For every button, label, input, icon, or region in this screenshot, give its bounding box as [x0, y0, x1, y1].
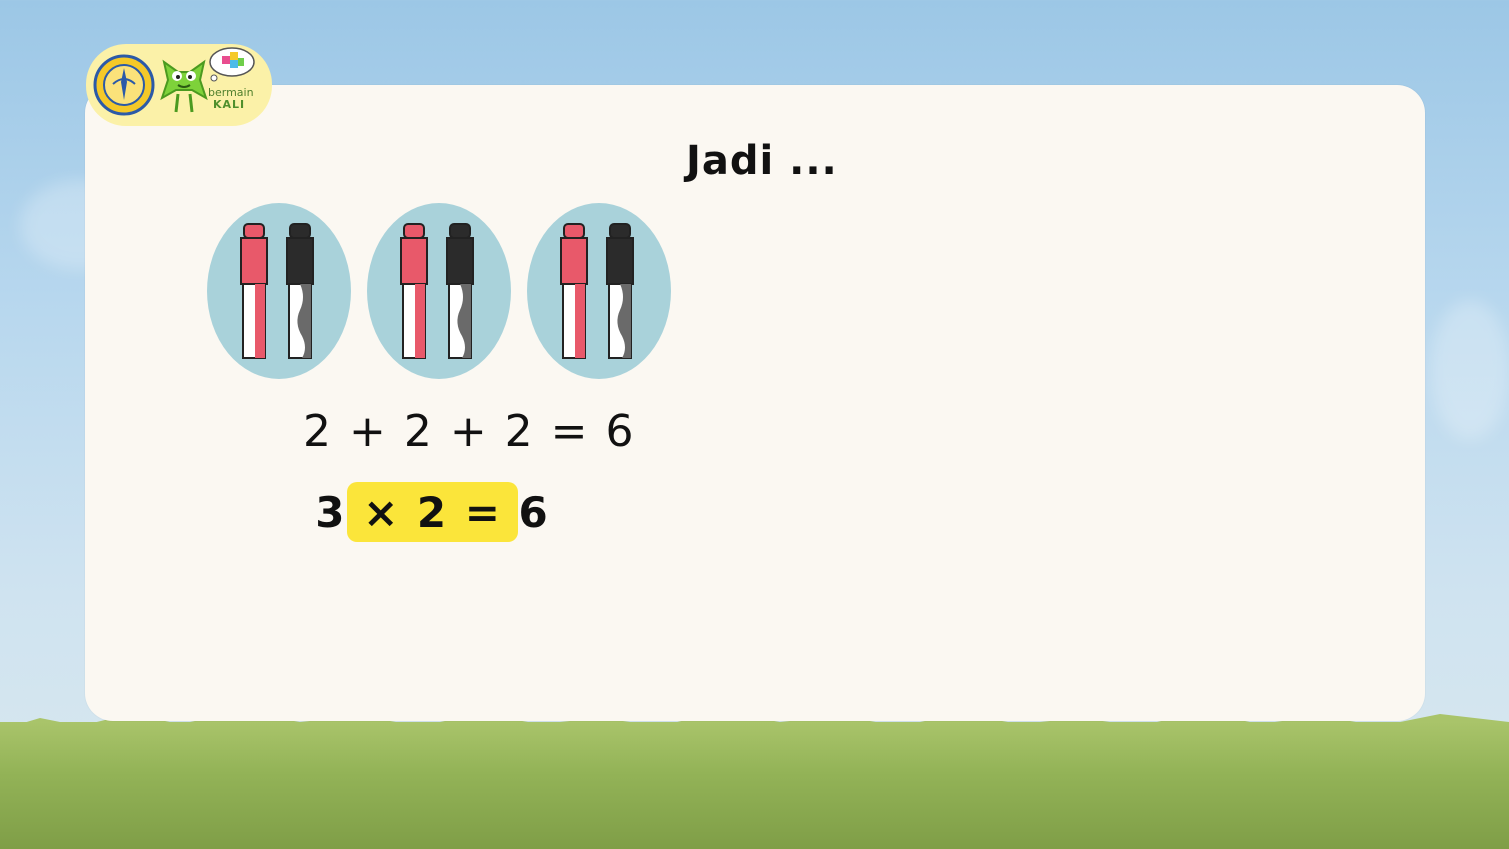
green-multiply-mascot-icon: [160, 59, 208, 113]
group-circle: [527, 203, 671, 379]
sky-texture: [1430, 300, 1509, 440]
marker-group-1: [206, 202, 352, 380]
marker-group-2: [366, 202, 512, 380]
university-emblem-icon: [93, 54, 155, 116]
logo-text-kali: KALI: [213, 98, 246, 111]
red-marker-icon: [400, 223, 428, 359]
red-marker-icon: [560, 223, 588, 359]
addition-equation: 2 + 2 + 2 = 6: [303, 406, 636, 457]
marker-group-3: [526, 202, 672, 380]
thought-bubble-blocks-icon: [209, 47, 255, 82]
multiplication-answer: 3 × 2 = 6: [315, 482, 548, 542]
black-marker-icon: [606, 223, 634, 359]
group-circle: [367, 203, 511, 379]
slide-title: Jadi ...: [686, 138, 838, 184]
group-circle: [207, 203, 351, 379]
grass-background: [0, 722, 1509, 849]
black-marker-icon: [286, 223, 314, 359]
red-marker-icon: [240, 223, 268, 359]
black-marker-icon: [446, 223, 474, 359]
